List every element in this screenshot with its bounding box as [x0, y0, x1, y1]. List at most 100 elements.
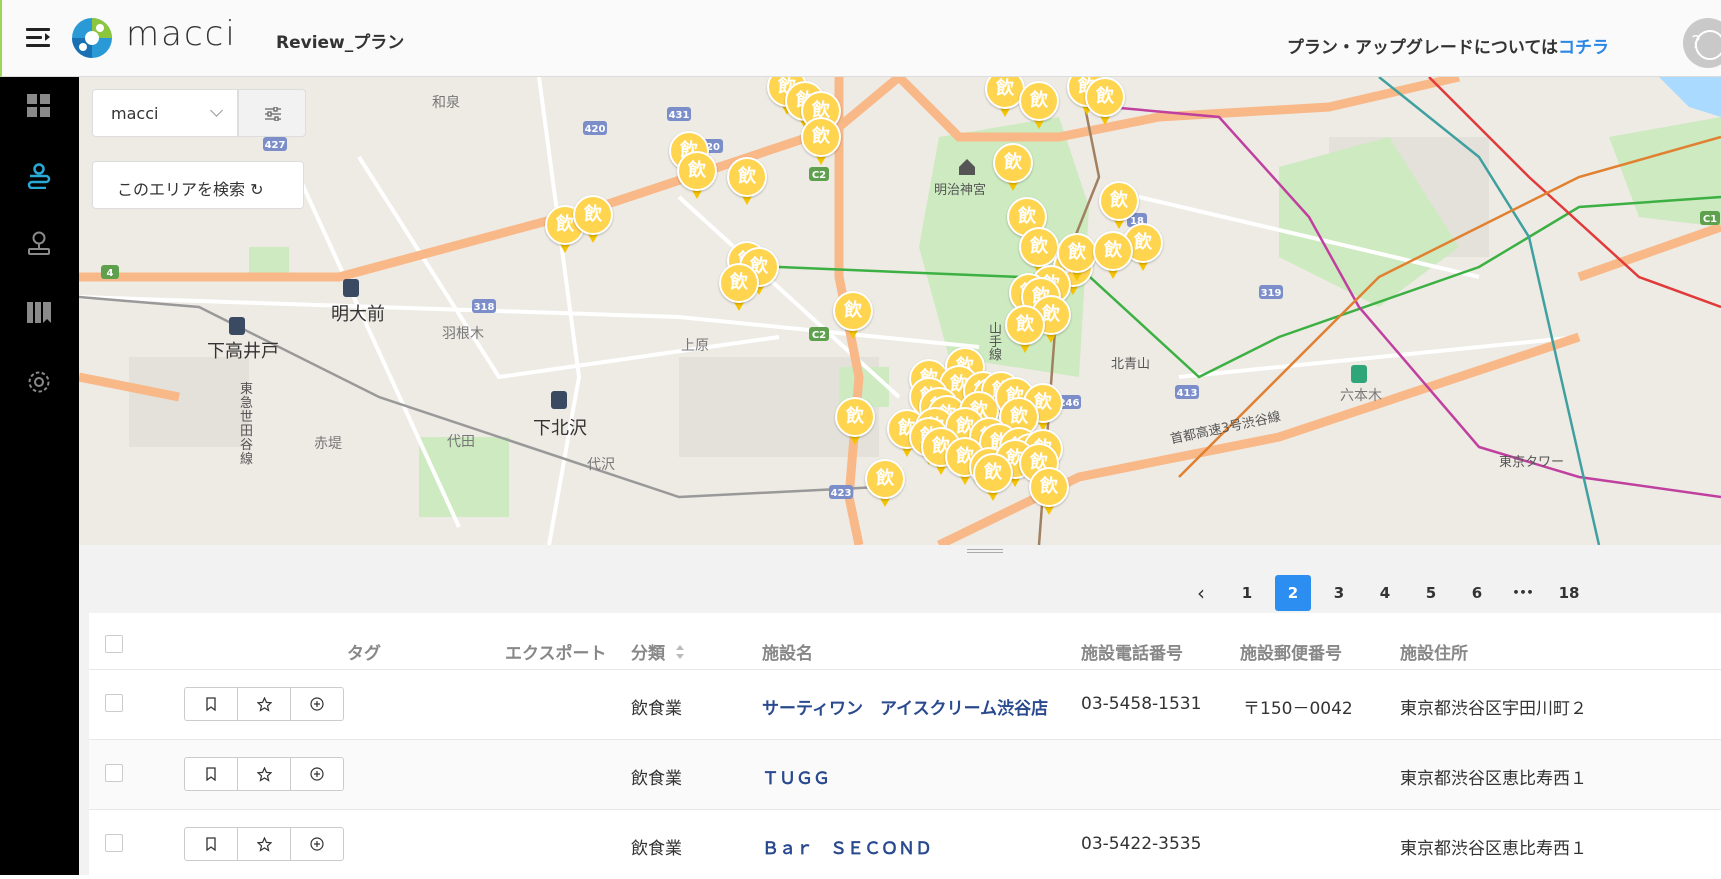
table-row[interactable]: 飲食業 Ｂａｒ ＳＥＣＯＮＤ 03-5422-3535 東京都渋谷区恵比寿西１	[89, 809, 1721, 879]
search-this-area-button[interactable]: このエリアを検索 ↻	[92, 161, 304, 209]
restaurant-map-pin[interactable]: 飲	[801, 117, 841, 169]
column-header-tag: タグ	[347, 644, 381, 664]
facility-name-link[interactable]: Ｂａｒ ＳＥＣＯＮＤ	[762, 834, 932, 859]
map-label: 和泉	[432, 95, 460, 111]
table-row[interactable]: 飲食業 ＴＵＧＧ 東京都渋谷区恵比寿西１	[89, 739, 1721, 809]
category-cell: 飲食業	[631, 699, 682, 719]
restaurant-map-pin[interactable]: 飲	[993, 143, 1033, 195]
results-panel: ‹ 1 2 3 4 5 6 ••• 18 タグ エクスポート 分類 施設名 施設…	[79, 545, 1721, 875]
favorite-button[interactable]	[238, 828, 291, 860]
row-action-group	[184, 827, 344, 861]
gear-icon[interactable]	[26, 369, 52, 395]
bookmark-button[interactable]	[185, 688, 238, 720]
row-checkbox[interactable]	[105, 694, 123, 712]
sort-icon[interactable]	[675, 644, 685, 665]
sliders-icon	[265, 107, 281, 121]
facility-name-link[interactable]: サーティワン アイスクリーム渋谷店	[762, 694, 1048, 719]
pin-label: 飲	[973, 453, 1013, 493]
pagination-page-button[interactable]: 6	[1459, 575, 1495, 611]
bookmark-button[interactable]	[185, 758, 238, 790]
restaurant-map-pin[interactable]: 飲	[835, 397, 875, 449]
add-button[interactable]	[291, 688, 343, 720]
restaurant-map-pin[interactable]: 飲	[573, 195, 613, 247]
pin-label: 飲	[573, 195, 613, 235]
plus-circle-icon	[310, 837, 324, 851]
map-label: 代沢	[587, 457, 615, 473]
map-label: 明治神宮	[934, 183, 987, 198]
map-label: 下北沢	[533, 418, 587, 439]
restaurant-map-pin[interactable]: 飲	[1093, 231, 1133, 283]
area-select[interactable]: macci	[92, 89, 238, 137]
pagination-page-button[interactable]: 2	[1275, 575, 1311, 611]
pagination-page-button[interactable]: 1	[1229, 575, 1265, 611]
restaurant-map-pin[interactable]: 飲	[833, 291, 873, 343]
pin-label: 飲	[677, 151, 717, 191]
pagination-page-button[interactable]: 5	[1413, 575, 1449, 611]
row-checkbox[interactable]	[105, 834, 123, 852]
restaurant-map-pin[interactable]: 飲	[719, 263, 759, 315]
upgrade-link[interactable]: コチラ	[1558, 38, 1609, 58]
pagination-page-button[interactable]: 18	[1551, 575, 1587, 611]
restaurant-map-pin[interactable]: 飲	[1005, 305, 1045, 357]
pin-label: 飲	[1019, 81, 1059, 121]
app-header: macci Review_プラン プラン・アップグレードについてはコチラ ?	[0, 0, 1721, 77]
restaurant-map-pin[interactable]: 飲	[865, 459, 905, 511]
restaurant-map-pin[interactable]: 飲	[1019, 81, 1059, 133]
panel-resize-handle[interactable]	[967, 549, 1003, 553]
svg-text:413: 413	[1177, 388, 1198, 399]
favorite-button[interactable]	[238, 688, 291, 720]
menu-toggle-icon[interactable]	[26, 28, 50, 48]
pagination-prev-button[interactable]: ‹	[1183, 575, 1219, 611]
sidebar	[0, 77, 79, 875]
favorite-button[interactable]	[238, 758, 291, 790]
bookmark-button[interactable]	[185, 828, 238, 860]
address-cell: 東京都渋谷区宇田川町２	[1400, 699, 1587, 719]
add-button[interactable]	[291, 828, 343, 860]
pin-label: 飲	[801, 117, 841, 157]
select-all-checkbox[interactable]	[105, 635, 123, 653]
dashboard-icon[interactable]	[26, 93, 52, 119]
row-checkbox[interactable]	[105, 764, 123, 782]
bookmark-icon	[206, 767, 216, 781]
app-name: macci	[126, 14, 237, 54]
map-pin-icon[interactable]	[26, 163, 52, 190]
bookmark-icon	[206, 697, 216, 711]
pagination-page-button[interactable]: 3	[1321, 575, 1357, 611]
column-header-category[interactable]: 分類	[631, 639, 685, 665]
results-table: タグ エクスポート 分類 施設名 施設電話番号 施設郵便番号 施設住所 飲食業 …	[89, 613, 1721, 875]
pin-label: 飲	[993, 143, 1033, 183]
pagination-page-button[interactable]: 4	[1367, 575, 1403, 611]
pin-label: 飲	[835, 397, 875, 437]
pin-label: 飲	[727, 157, 767, 197]
phone-cell: 03-5458-1531	[1081, 694, 1202, 714]
filter-settings-button[interactable]	[238, 89, 306, 137]
pagination-ellipsis[interactable]: •••	[1505, 575, 1541, 611]
user-pin-icon[interactable]	[26, 230, 52, 256]
svg-text:423: 423	[831, 488, 852, 499]
help-button[interactable]: ?	[1683, 18, 1721, 68]
pin-label: 飲	[1029, 467, 1069, 507]
pin-label: 飲	[1005, 305, 1045, 345]
star-icon	[256, 836, 272, 852]
svg-text:C2: C2	[812, 170, 826, 181]
restaurant-map-pin[interactable]: 飲	[1085, 77, 1125, 129]
map-label: 明大前	[331, 304, 385, 325]
pin-label: 飲	[1085, 77, 1125, 117]
svg-text:420: 420	[585, 124, 606, 135]
table-row[interactable]: 飲食業 サーティワン アイスクリーム渋谷店 03-5458-1531 〒150－…	[89, 669, 1721, 739]
map-view[interactable]: 427 420 431 20 C2 C2 4 318 423 246 413 3…	[79, 77, 1721, 545]
add-button[interactable]	[291, 758, 343, 790]
restaurant-map-pin[interactable]: 飲	[973, 453, 1013, 505]
restaurant-map-pin[interactable]: 飲	[727, 157, 767, 209]
chevron-down-icon	[210, 104, 223, 117]
pin-label: 飲	[833, 291, 873, 331]
facility-name-link[interactable]: ＴＵＧＧ	[762, 764, 830, 789]
star-icon	[256, 766, 272, 782]
macci-logo-icon[interactable]	[70, 16, 114, 60]
address-cell: 東京都渋谷区恵比寿西１	[1400, 839, 1587, 859]
book-icon[interactable]	[26, 299, 52, 325]
map-label: 六本木	[1340, 388, 1382, 404]
restaurant-map-pin[interactable]: 飲	[677, 151, 717, 203]
restaurant-map-pin[interactable]: 飲	[1029, 467, 1069, 519]
column-header-label: 分類	[631, 644, 665, 664]
